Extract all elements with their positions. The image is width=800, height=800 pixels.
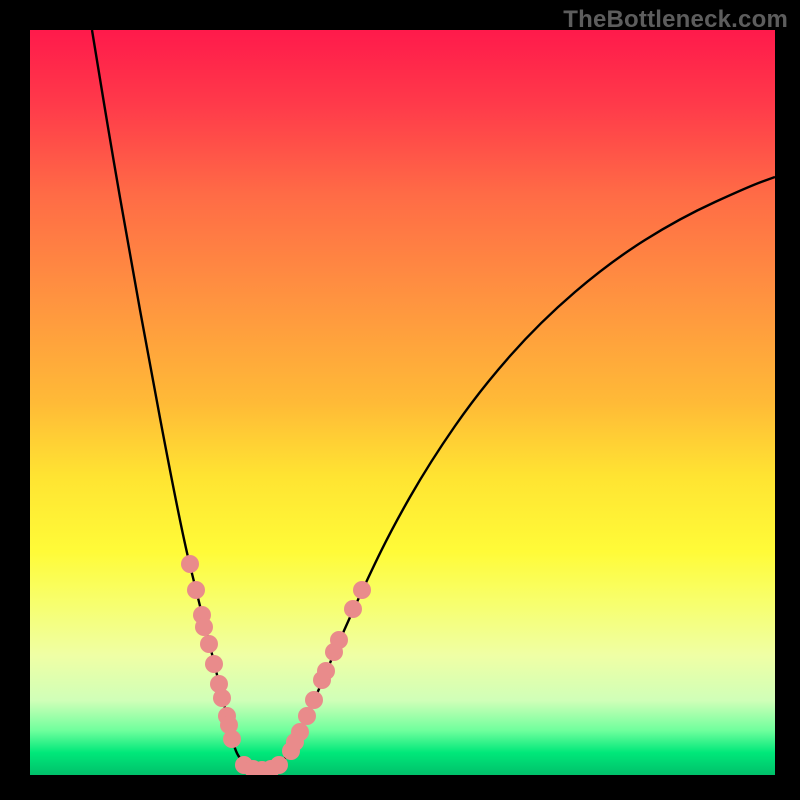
data-dot [187,581,205,599]
outer-frame: TheBottleneck.com [0,0,800,800]
data-dot [305,691,323,709]
data-dot [213,689,231,707]
data-dot [344,600,362,618]
data-dot [317,662,335,680]
scatter-dots [181,555,371,775]
data-dot [223,730,241,748]
data-dot [353,581,371,599]
data-dot [200,635,218,653]
curve-left [92,30,260,770]
gradient-plot-area [30,30,775,775]
data-dot [330,631,348,649]
data-dot [298,707,316,725]
data-dot [205,655,223,673]
chart-svg [30,30,775,775]
data-dot [291,723,309,741]
data-dot [270,756,288,774]
data-dot [181,555,199,573]
data-dot [195,618,213,636]
curve-right [270,177,775,770]
